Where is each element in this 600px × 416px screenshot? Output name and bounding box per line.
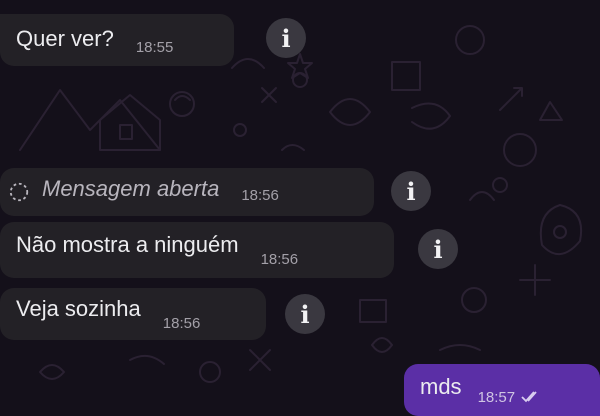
message-time: 18:55 xyxy=(135,39,174,56)
chat-message-list: Quer ver? 18:55 i Mensagem aberta 18:56 … xyxy=(0,0,600,416)
message-time: 18:56 xyxy=(241,187,279,204)
message-text: Quer ver? xyxy=(16,26,114,51)
info-icon: i xyxy=(433,234,443,264)
message-bubble-received[interactable]: Quer ver? 18:55 xyxy=(0,14,234,66)
double-check-icon xyxy=(521,391,537,403)
info-button[interactable]: i xyxy=(391,171,431,211)
view-once-opened-icon xyxy=(9,182,29,202)
message-time: 18:56 xyxy=(260,251,299,268)
message-time: 18:56 xyxy=(162,315,201,332)
message-bubble-received[interactable]: Mensagem aberta 18:56 xyxy=(0,168,374,216)
info-icon: i xyxy=(300,299,310,329)
message-text: Veja sozinha xyxy=(16,296,141,321)
message-bubble-received[interactable]: Veja sozinha 18:56 xyxy=(0,288,266,340)
message-bubble-sent[interactable]: mds 18:57 xyxy=(404,364,600,416)
message-text: Não mostra a ninguém xyxy=(16,232,239,257)
info-icon: i xyxy=(281,23,291,53)
message-time: 18:57 xyxy=(477,389,516,406)
info-button[interactable]: i xyxy=(418,229,458,269)
info-icon: i xyxy=(406,176,416,206)
info-button[interactable]: i xyxy=(285,294,325,334)
message-bubble-received[interactable]: Não mostra a ninguém 18:56 xyxy=(0,222,394,278)
message-text: Mensagem aberta xyxy=(42,176,220,201)
message-text: mds xyxy=(420,374,462,399)
info-button[interactable]: i xyxy=(266,18,306,58)
